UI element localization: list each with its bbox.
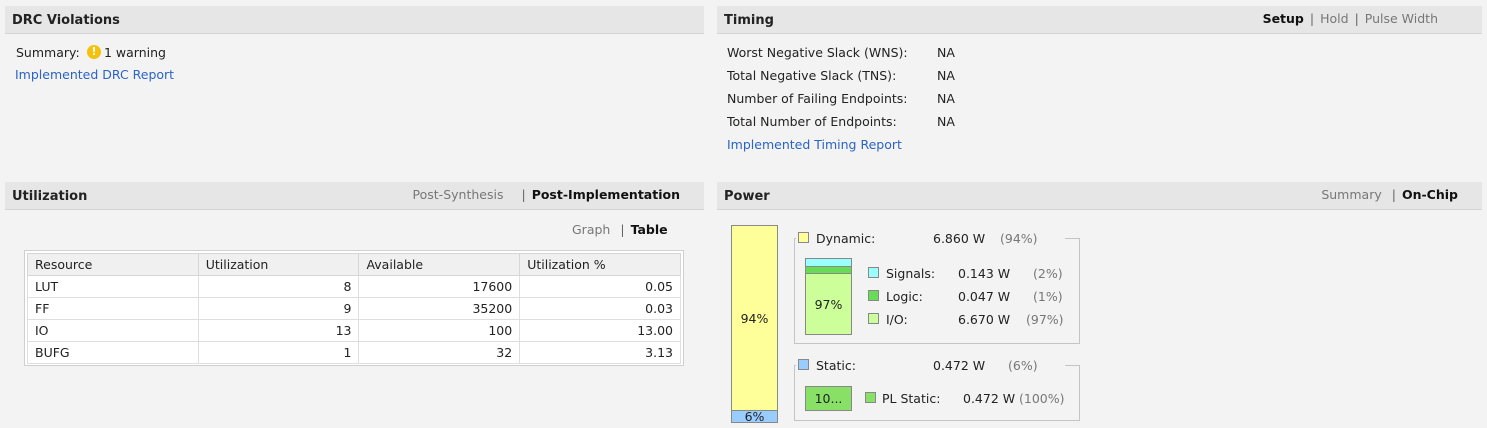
dynamic-value: 6.860 W	[933, 231, 986, 246]
io-swatch	[868, 313, 879, 324]
timing-failing-endpoints-value: NA	[937, 91, 955, 106]
table-row[interactable]: BUFG 1 32 3.13	[27, 341, 681, 364]
utilization-view-graph[interactable]: Graph	[566, 222, 620, 237]
cell-utilization: 8	[197, 275, 360, 298]
timing-tab-pulse-width[interactable]: Pulse Width	[1359, 11, 1444, 26]
pl-static-label: PL Static:	[882, 391, 941, 406]
power-panel-title: Power	[724, 189, 770, 204]
breakdown-signals-segment[interactable]	[806, 259, 851, 267]
column-header-utilization-pct[interactable]: Utilization %	[519, 253, 681, 276]
drc-summary-label: Summary:	[16, 45, 80, 60]
dynamic-breakdown-bar: 97%	[805, 258, 852, 335]
cell-utilization: 13	[197, 319, 360, 342]
timing-tab-hold[interactable]: Hold	[1314, 11, 1354, 26]
signals-pct: (2%)	[1033, 266, 1063, 281]
utilization-panel-title: Utilization	[12, 189, 88, 204]
cell-resource: IO	[27, 319, 199, 342]
cell-utilization: 1	[197, 341, 360, 364]
cell-available: 17600	[358, 275, 521, 298]
static-label: Static:	[816, 358, 856, 373]
static-swatch	[798, 359, 809, 370]
utilization-table: Resource Utilization Available Utilizati…	[27, 253, 681, 364]
utilization-view-table[interactable]: Table	[625, 222, 674, 237]
breakdown-io-label: 97%	[814, 296, 843, 312]
logic-swatch	[868, 290, 879, 301]
table-header-row: Resource Utilization Available Utilizati…	[27, 253, 681, 276]
table-row[interactable]: IO 13 100 13.00	[27, 319, 681, 342]
timing-tns-label: Total Negative Slack (TNS):	[727, 68, 897, 83]
column-header-available[interactable]: Available	[358, 253, 521, 276]
timing-wns-label: Worst Negative Slack (WNS):	[727, 45, 908, 60]
drc-warning-text: 1 warning	[104, 45, 166, 60]
power-bar-static-segment[interactable]: 6%	[731, 409, 778, 424]
timing-panel-header: Timing Setup | Hold | Pulse Width	[717, 6, 1482, 34]
timing-tab-setup[interactable]: Setup	[1257, 11, 1310, 26]
static-pct: (6%)	[1008, 358, 1038, 373]
timing-tns-value: NA	[937, 68, 955, 83]
cell-available: 35200	[358, 297, 521, 320]
cell-available: 100	[358, 319, 521, 342]
utilization-panel-header: Utilization Post-Synthesis | Post-Implem…	[5, 182, 704, 210]
dynamic-swatch	[798, 232, 809, 243]
timing-report-link[interactable]: Implemented Timing Report	[727, 137, 902, 152]
power-bar-dynamic-label: 94%	[740, 310, 769, 326]
cell-utilization: 9	[197, 297, 360, 320]
cell-available: 32	[358, 341, 521, 364]
logic-label: Logic:	[886, 289, 923, 304]
column-header-resource[interactable]: Resource	[27, 253, 199, 276]
io-label: I/O:	[886, 312, 908, 327]
power-bar-static-label: 6%	[744, 409, 765, 424]
breakdown-logic-segment[interactable]	[806, 267, 851, 274]
cell-resource: LUT	[27, 275, 199, 298]
cell-utilization-pct: 0.03	[519, 297, 681, 320]
power-panel-header: Power Summary | On-Chip	[717, 182, 1482, 210]
timing-total-endpoints-label: Total Number of Endpoints:	[727, 114, 897, 129]
timing-wns-value: NA	[937, 45, 955, 60]
logic-value: 0.047 W	[958, 289, 1011, 304]
table-row[interactable]: LUT 8 17600 0.05	[27, 275, 681, 298]
utilization-tab-post-synthesis[interactable]: Post-Synthesis	[407, 187, 522, 202]
power-tab-on-chip[interactable]: On-Chip	[1396, 187, 1464, 202]
column-header-utilization[interactable]: Utilization	[197, 253, 360, 276]
static-value: 0.472 W	[933, 358, 986, 373]
drc-panel-title: DRC Violations	[12, 13, 120, 28]
io-pct: (97%)	[1026, 312, 1064, 327]
drc-report-link[interactable]: Implemented DRC Report	[15, 67, 174, 82]
dynamic-pct: (94%)	[1000, 231, 1038, 246]
static-breakdown-bar[interactable]: 10...	[805, 386, 852, 411]
timing-total-endpoints-value: NA	[937, 114, 955, 129]
signals-swatch	[868, 267, 879, 278]
static-breakdown-label: 10...	[814, 391, 843, 406]
cell-resource: FF	[27, 297, 199, 320]
table-row[interactable]: FF 9 35200 0.03	[27, 297, 681, 320]
pl-static-value: 0.472 W	[963, 391, 1016, 406]
warning-icon: !	[87, 45, 101, 59]
cell-resource: BUFG	[27, 341, 199, 364]
io-value: 6.670 W	[958, 312, 1011, 327]
cell-utilization-pct: 3.13	[519, 341, 681, 364]
signals-value: 0.143 W	[958, 266, 1011, 281]
pl-static-pct: (100%)	[1019, 391, 1065, 406]
drc-panel-header: DRC Violations	[5, 6, 704, 34]
signals-label: Signals:	[886, 266, 936, 281]
cell-utilization-pct: 13.00	[519, 319, 681, 342]
cell-utilization-pct: 0.05	[519, 275, 681, 298]
pl-static-swatch	[865, 392, 876, 403]
power-tab-summary[interactable]: Summary	[1315, 187, 1391, 202]
logic-pct: (1%)	[1033, 289, 1063, 304]
dynamic-label: Dynamic:	[816, 231, 876, 246]
timing-failing-endpoints-label: Number of Failing Endpoints:	[727, 91, 908, 106]
utilization-tab-post-implementation[interactable]: Post-Implementation	[526, 187, 686, 202]
breakdown-io-segment[interactable]: 97%	[806, 274, 851, 334]
power-stacked-bar: 94% 6%	[731, 225, 778, 424]
timing-panel-title: Timing	[724, 13, 774, 28]
power-bar-dynamic-segment[interactable]: 94%	[731, 225, 778, 411]
